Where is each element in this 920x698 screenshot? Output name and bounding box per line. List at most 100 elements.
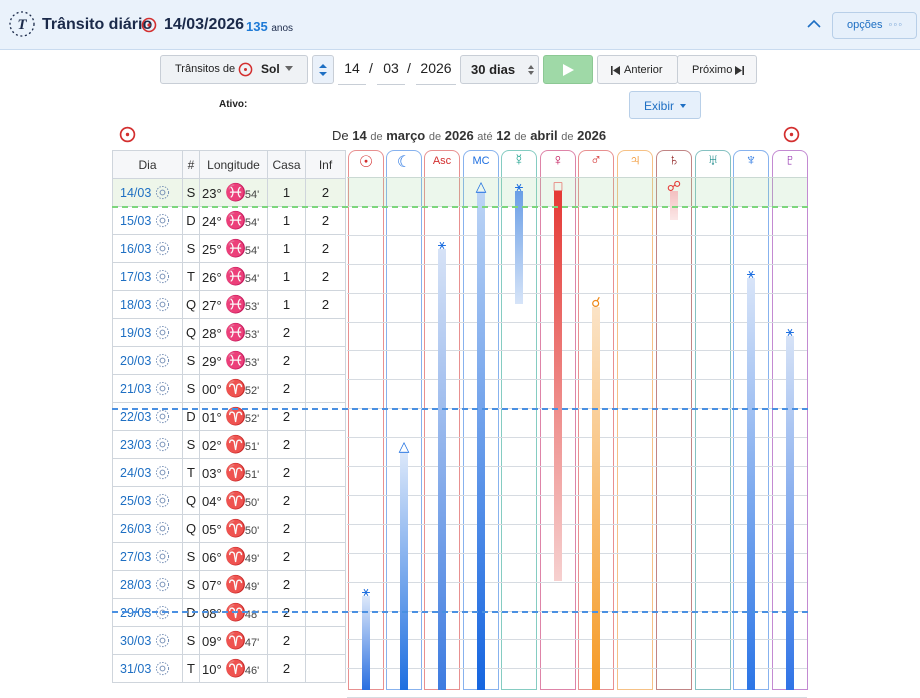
table-row[interactable]: 23/03 S 02° ♈ 51' 2: [112, 430, 346, 459]
day-link[interactable]: 18/03: [120, 298, 151, 312]
day-cell[interactable]: 14/03: [112, 178, 183, 207]
day-link[interactable]: 31/03: [120, 662, 151, 676]
chart-wheel-icon[interactable]: [155, 437, 170, 452]
day-link[interactable]: 20/03: [120, 354, 151, 368]
table-row[interactable]: 19/03 Q 28° ♓ 53' 2: [112, 318, 346, 347]
mc-icon[interactable]: MC: [463, 155, 499, 167]
day-cell[interactable]: 18/03: [112, 290, 183, 319]
day-cell[interactable]: 16/03: [112, 234, 183, 263]
chart-wheel-icon[interactable]: [155, 297, 170, 312]
day-field[interactable]: 14: [338, 55, 366, 85]
aspect-bar-venus[interactable]: [554, 191, 562, 582]
day-cell[interactable]: 30/03: [112, 626, 183, 655]
moon-icon[interactable]: ☾: [386, 152, 422, 172]
day-link[interactable]: 16/03: [120, 242, 151, 256]
chart-wheel-icon[interactable]: [155, 185, 170, 200]
chart-wheel-icon[interactable]: [155, 409, 170, 424]
table-row[interactable]: 16/03 S 25° ♓ 54' 1 2: [112, 234, 346, 263]
day-cell[interactable]: 19/03: [112, 318, 183, 347]
aspect-glyph-icon[interactable]: ⚹: [432, 236, 452, 253]
table-row[interactable]: 30/03 S 09° ♈ 47' 2: [112, 626, 346, 655]
chart-wheel-icon[interactable]: [155, 605, 170, 620]
day-link[interactable]: 27/03: [120, 550, 151, 564]
day-cell[interactable]: 26/03: [112, 514, 183, 543]
aspect-bar-mercury[interactable]: [515, 191, 523, 304]
day-cell[interactable]: 25/03: [112, 486, 183, 515]
year-field[interactable]: 2026: [416, 55, 456, 85]
table-row[interactable]: 20/03 S 29° ♓ 53' 2: [112, 346, 346, 375]
table-row[interactable]: 14/03 S 23° ♓ 54' 1 2: [112, 178, 346, 207]
chart-wheel-icon[interactable]: [155, 633, 170, 648]
day-cell[interactable]: 22/03: [112, 402, 183, 431]
table-row[interactable]: 24/03 T 03° ♈ 51' 2: [112, 458, 346, 487]
day-link[interactable]: 25/03: [120, 494, 151, 508]
day-link[interactable]: 24/03: [120, 466, 151, 480]
aspect-glyph-icon[interactable]: ⚹: [741, 265, 761, 282]
chevron-up-icon[interactable]: [806, 17, 822, 31]
aspect-bar-neptune[interactable]: [747, 277, 755, 690]
chart-wheel-icon[interactable]: [155, 493, 170, 508]
table-row[interactable]: 27/03 S 06° ♈ 49' 2: [112, 542, 346, 571]
venus-icon[interactable]: ♀: [540, 152, 576, 170]
table-row[interactable]: 17/03 T 26° ♓ 54' 1 2: [112, 262, 346, 291]
chart-wheel-icon[interactable]: [155, 465, 170, 480]
chart-wheel-icon[interactable]: [155, 325, 170, 340]
chart-wheel-icon[interactable]: [155, 353, 170, 368]
day-cell[interactable]: 17/03: [112, 262, 183, 291]
day-cell[interactable]: 29/03: [112, 598, 183, 627]
asc-icon[interactable]: Asc: [424, 155, 460, 167]
aspect-bar-mars[interactable]: [592, 306, 600, 690]
aspect-bar-pluto[interactable]: [786, 335, 794, 690]
day-link[interactable]: 17/03: [120, 270, 151, 284]
aspect-glyph-icon[interactable]: ☍: [664, 178, 684, 195]
aspect-bar-mc[interactable]: [477, 191, 485, 690]
play-button[interactable]: [543, 55, 593, 84]
table-row[interactable]: 31/03 T 10° ♈ 46' 2: [112, 654, 346, 683]
chart-wheel-icon[interactable]: [155, 577, 170, 592]
aspect-glyph-icon[interactable]: △: [394, 438, 414, 455]
day-link[interactable]: 29/03: [120, 606, 151, 620]
show-dropdown[interactable]: Exibir: [629, 91, 701, 119]
day-cell[interactable]: 27/03: [112, 542, 183, 571]
options-button[interactable]: opções ◦◦◦: [832, 12, 917, 39]
previous-button[interactable]: Anterior: [597, 55, 678, 84]
chart-wheel-icon[interactable]: [155, 213, 170, 228]
day-cell[interactable]: 23/03: [112, 430, 183, 459]
neptune-icon[interactable]: ♆: [733, 152, 769, 170]
day-link[interactable]: 30/03: [120, 634, 151, 648]
table-row[interactable]: 15/03 D 24° ♓ 54' 1 2: [112, 206, 346, 235]
sun-icon[interactable]: ☉: [348, 152, 384, 172]
table-row[interactable]: 22/03 D 01° ♈ 52' 2: [112, 402, 346, 431]
saturn-icon[interactable]: ♄: [656, 152, 692, 170]
table-row[interactable]: 26/03 Q 05° ♈ 50' 2: [112, 514, 346, 543]
next-button[interactable]: Próximo: [677, 55, 757, 84]
table-row[interactable]: 29/03 D 08° ♈ 48' 2: [112, 598, 346, 627]
month-field[interactable]: 03: [377, 55, 405, 85]
pluto-icon[interactable]: ♇: [772, 152, 808, 170]
day-link[interactable]: 28/03: [120, 578, 151, 592]
aspect-bar-moon[interactable]: [400, 451, 408, 690]
aspect-glyph-icon[interactable]: ⚹: [509, 178, 529, 195]
day-cell[interactable]: 28/03: [112, 570, 183, 599]
day-link[interactable]: 15/03: [120, 214, 151, 228]
aspect-glyph-icon[interactable]: △: [471, 178, 491, 195]
day-link[interactable]: 26/03: [120, 522, 151, 536]
day-link[interactable]: 23/03: [120, 438, 151, 452]
mars-icon[interactable]: ♂: [578, 152, 614, 170]
day-cell[interactable]: 20/03: [112, 346, 183, 375]
table-row[interactable]: 18/03 Q 27° ♓ 53' 1 2: [112, 290, 346, 319]
table-row[interactable]: 21/03 S 00° ♈ 52' 2: [112, 374, 346, 403]
sort-toggle[interactable]: [312, 55, 334, 84]
day-cell[interactable]: 24/03: [112, 458, 183, 487]
chart-wheel-icon[interactable]: [155, 661, 170, 676]
uranus-icon[interactable]: ♅: [695, 152, 731, 170]
day-cell[interactable]: 31/03: [112, 654, 183, 683]
table-row[interactable]: 25/03 Q 04° ♈ 50' 2: [112, 486, 346, 515]
chart-wheel-icon[interactable]: [155, 521, 170, 536]
mercury-icon[interactable]: ☿: [501, 152, 537, 170]
day-link[interactable]: 19/03: [120, 326, 151, 340]
chart-wheel-icon[interactable]: [155, 381, 170, 396]
transit-planet-select[interactable]: Trânsitos de Sol: [160, 55, 308, 84]
aspect-bar-asc[interactable]: [438, 248, 446, 690]
aspect-glyph-icon[interactable]: □: [548, 178, 568, 194]
